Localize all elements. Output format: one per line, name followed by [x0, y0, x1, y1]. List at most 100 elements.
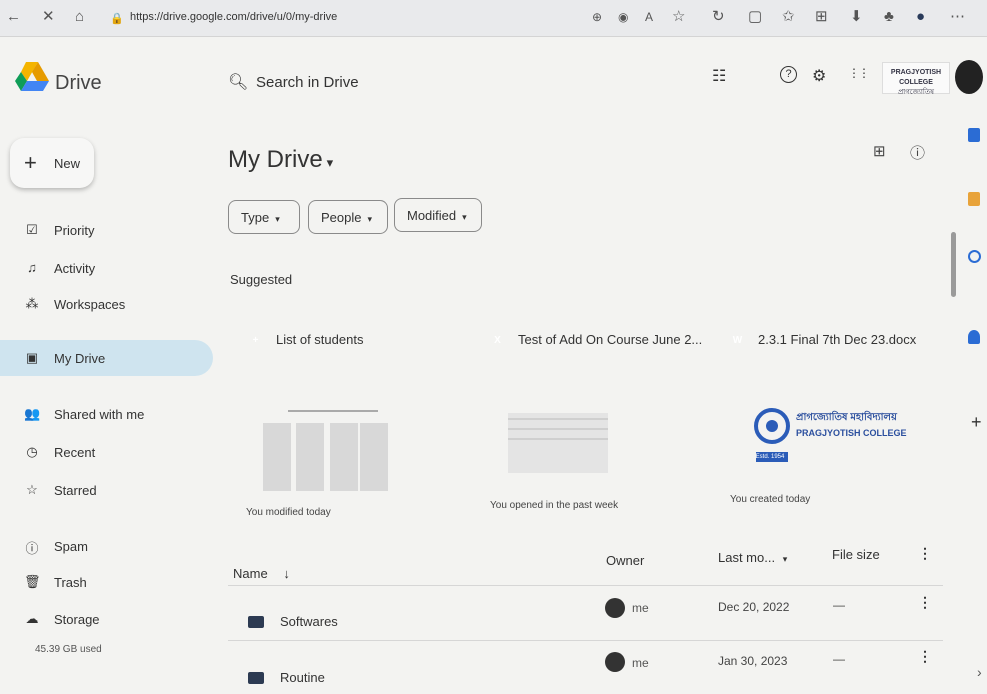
last-modified-cell: Dec 20, 2022 — [718, 600, 790, 614]
sidebar-item-label: My Drive — [54, 351, 106, 366]
suggested-file-title[interactable]: 2.3.1 Final 7th Dec 23.docx — [758, 332, 916, 347]
more-options-icon[interactable]: ⋮ — [918, 545, 932, 562]
file-row-name[interactable]: Routine — [280, 670, 325, 685]
sidebar-item-shared-with-me[interactable]: 👥 Shared with me — [0, 398, 210, 430]
sidebar-item-spam[interactable]: ⓘ Spam — [0, 530, 210, 562]
scrollbar-thumb[interactable] — [951, 232, 956, 297]
shared-icon: 👥 — [24, 406, 41, 421]
owner-text: me — [632, 656, 649, 670]
sidebar-item-workspaces[interactable]: ⁂ Workspaces — [0, 288, 210, 320]
suggestion-reason: You opened in the past week — [490, 500, 619, 511]
address-bar[interactable]: https://drive.google.com/drive/u/0/my-dr… — [130, 11, 337, 23]
sidebar-item-label: Activity — [54, 261, 96, 276]
search-icon[interactable]: 🔍︎ — [228, 72, 248, 92]
app-name[interactable]: Drive — [55, 72, 102, 95]
sidebar-item-starred[interactable]: ☆ Starred — [0, 474, 210, 506]
profile-icon[interactable]: ● — [916, 8, 925, 26]
favorites-icon[interactable]: ✩ — [782, 8, 795, 26]
suggested-heading: Suggested — [230, 272, 293, 287]
chevron-down-icon: ▾ — [326, 155, 334, 170]
chip-label: Modified — [407, 208, 457, 223]
back-icon[interactable]: ← — [6, 8, 21, 26]
thumb-line-1 — [508, 418, 608, 420]
file-thumbnail[interactable] — [248, 398, 388, 493]
extension-icon[interactable]: ♣ — [884, 8, 894, 26]
home-icon[interactable]: ⌂ — [75, 8, 84, 26]
row-more-options-icon[interactable]: ⋮ — [918, 594, 932, 611]
chevron-down-icon: ▾ — [782, 554, 788, 564]
favorite-icon[interactable]: ☆ — [672, 8, 685, 26]
grid-view-icon[interactable]: ⊞ — [873, 142, 886, 160]
chevron-down-icon: ▾ — [462, 212, 467, 222]
search-input[interactable]: Search in Drive — [256, 74, 359, 91]
account-avatar[interactable] — [955, 60, 983, 94]
add-addon-icon[interactable]: + — [971, 412, 982, 433]
star-icon: ☆ — [26, 482, 38, 497]
sidebar-item-label: Trash — [54, 575, 87, 590]
calendar-icon[interactable] — [968, 128, 980, 142]
suggestion-reason: You created today — [730, 494, 811, 505]
file-size-cell: — — [833, 652, 845, 666]
people-filter-chip[interactable]: People ▾ — [308, 200, 388, 234]
storage-usage-text: 45.39 GB used — [35, 644, 102, 655]
word-file-icon: W — [732, 335, 743, 346]
apps-grid-icon[interactable]: ⋮⋮ — [848, 66, 870, 80]
new-button-label: New — [54, 156, 81, 171]
sidebar-item-priority[interactable]: ☑ Priority — [0, 214, 210, 246]
read-aloud-icon[interactable]: A — [645, 8, 653, 26]
sort-arrow-icon[interactable]: ↓ — [283, 566, 290, 581]
owner-avatar — [605, 598, 625, 618]
sidebar-item-activity[interactable]: ♫ Activity — [0, 252, 210, 284]
more-icon[interactable]: ⋯ — [950, 8, 965, 26]
chevron-down-icon: ▾ — [367, 214, 373, 224]
search-box[interactable]: 🔍︎ Search in Drive — [222, 62, 692, 102]
sidebar-item-label: Workspaces — [54, 297, 126, 312]
row-more-options-icon[interactable]: ⋮ — [918, 648, 932, 665]
suggestion-reason: You modified today — [246, 507, 331, 518]
close-tab-icon[interactable]: ✕ — [42, 8, 55, 26]
sidebar-item-my-drive[interactable]: ▣ My Drive — [0, 340, 213, 376]
file-thumbnail[interactable] — [500, 398, 640, 493]
settings-icon[interactable]: ⚙ — [812, 66, 826, 86]
owner-avatar — [605, 652, 625, 672]
sidebar-item-label: Recent — [54, 445, 96, 460]
suggested-file-title[interactable]: List of students — [276, 332, 363, 347]
modified-filter-chip[interactable]: Modified ▾ — [394, 198, 482, 232]
tracking-icon[interactable]: ◉ — [618, 8, 628, 26]
folder-icon — [248, 672, 264, 684]
sheets-file-icon: + — [252, 335, 259, 346]
thumb-col-4 — [360, 423, 388, 491]
type-filter-chip[interactable]: Type ▾ — [228, 200, 300, 234]
page-title[interactable]: My Drive ▾ — [228, 146, 333, 174]
browser-toolbar: ← ✕ ⌂ 🔒 https://drive.google.com/drive/u… — [0, 0, 987, 37]
emblem-center — [766, 420, 778, 432]
file-thumbnail[interactable]: Estd. 1954 প্ৰাগজ্যোতিষ মহাবিদ্যালয় PRA… — [750, 402, 910, 497]
sidebar-item-label: Starred — [54, 483, 97, 498]
contacts-icon[interactable] — [968, 330, 980, 344]
info-icon[interactable]: ⓘ — [910, 142, 925, 163]
expand-panel-icon[interactable]: › — [977, 664, 982, 680]
keep-icon[interactable] — [968, 192, 980, 206]
sidebar-item-recent[interactable]: ◷ Recent — [0, 436, 210, 468]
owner-column-header[interactable]: Owner — [606, 553, 644, 568]
file-size-column-header[interactable]: File size — [832, 547, 880, 562]
search-options-icon[interactable]: ☷ — [712, 66, 726, 86]
drive-logo-icon[interactable] — [15, 62, 49, 92]
suggested-file-title[interactable]: Test of Add On Course June 2... — [518, 332, 702, 347]
name-column-header[interactable]: Name ↓ — [233, 566, 290, 581]
file-row-name[interactable]: Softwares — [280, 614, 338, 629]
help-icon[interactable]: ? — [780, 66, 797, 83]
collections-icon[interactable]: ⊞ — [815, 8, 828, 26]
last-modified-column-header[interactable]: Last mo... ▾ — [718, 550, 787, 565]
sidebar-item-trash[interactable]: 🗑 Trash — [0, 566, 210, 598]
new-button[interactable]: + New — [10, 138, 94, 188]
sidebar-item-storage[interactable]: ☁ Storage — [0, 603, 210, 635]
divider — [228, 640, 943, 641]
zoom-icon[interactable]: ⊕ — [592, 8, 602, 26]
refresh-icon[interactable]: ↻ — [712, 8, 725, 26]
college-name-bengali: প্ৰাগজ্যোতিষ মহাবিদ্যালয় — [796, 412, 897, 423]
tasks-icon[interactable] — [968, 250, 981, 263]
split-screen-icon[interactable]: ▢ — [748, 8, 762, 26]
downloads-icon[interactable]: ⬇ — [850, 8, 863, 26]
organization-logo[interactable]: PRAGJYOTISH COLLEGE প্ৰাগজ্যোতিষ — [882, 62, 950, 96]
